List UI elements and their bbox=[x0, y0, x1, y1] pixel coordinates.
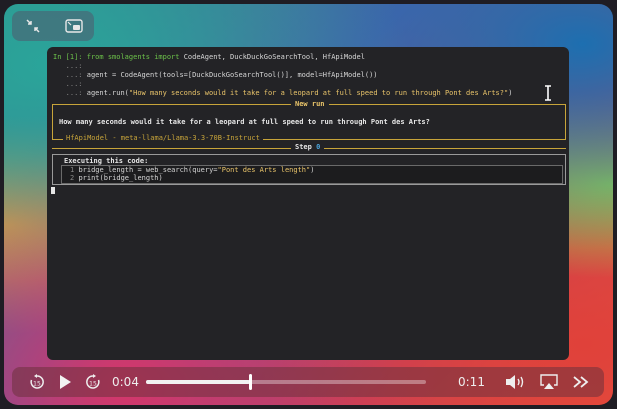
picture-in-picture-icon[interactable] bbox=[63, 15, 85, 37]
airplay-icon[interactable] bbox=[538, 371, 560, 393]
run-call: agent.run( bbox=[86, 89, 129, 97]
fast-forward-icon[interactable] bbox=[570, 371, 592, 393]
code-line-3: ...: agent = CodeAgent(tools=[DuckDuckGo… bbox=[53, 71, 378, 80]
new-run-title: New run bbox=[291, 100, 329, 109]
forward-15-icon[interactable]: 15 bbox=[82, 371, 104, 393]
new-run-text: How many seconds would it take for a leo… bbox=[59, 118, 430, 126]
code-string: "Pont des Arts length" bbox=[217, 166, 311, 174]
input-prompt: In [1]: bbox=[53, 53, 83, 61]
code-text: print(bridge_length) bbox=[78, 174, 163, 182]
executing-panel: Executing this code: 1 bridge_length = w… bbox=[52, 154, 566, 185]
continuation-prompt: ...: bbox=[65, 80, 83, 88]
line-number: 1 bbox=[70, 166, 75, 174]
code-line-1: In [1]: from smolagents import CodeAgent… bbox=[53, 53, 365, 62]
window-frame: In [1]: from smolagents import CodeAgent… bbox=[4, 4, 613, 405]
step-label: Step bbox=[295, 143, 312, 151]
rewind-amount: 15 bbox=[33, 381, 41, 388]
agent-definition: agent = CodeAgent(tools=[DuckDuckGoSearc… bbox=[86, 71, 378, 79]
volume-icon[interactable] bbox=[504, 371, 526, 393]
run-query-string: "How many seconds would it take for a le… bbox=[128, 89, 509, 97]
import-list: CodeAgent, DuckDuckGoSearchTool, HfApiMo… bbox=[183, 53, 365, 61]
module-name: smolagents bbox=[107, 53, 150, 61]
code-block: 1 bridge_length = web_search(query="Pont… bbox=[61, 165, 563, 184]
step-header: Step 0 bbox=[291, 143, 325, 152]
code-text: bridge_length = web_search(query= bbox=[78, 166, 218, 174]
code-block-line-2: 2 print(bridge_length) bbox=[70, 174, 163, 183]
continuation-prompt: ...: bbox=[65, 71, 83, 79]
play-icon[interactable] bbox=[54, 371, 76, 393]
code-line-2: ...: bbox=[53, 62, 83, 71]
code-line-5: ...: agent.run("How many seconds would i… bbox=[53, 89, 513, 98]
continuation-prompt: ...: bbox=[65, 62, 83, 70]
line-number: 2 bbox=[70, 174, 75, 182]
current-time: 0:04 bbox=[112, 375, 139, 389]
progress-track[interactable] bbox=[146, 374, 426, 390]
continuation-prompt: ...: bbox=[65, 89, 83, 97]
block-cursor bbox=[51, 187, 55, 194]
text-cursor-icon bbox=[543, 85, 553, 104]
code-text-close: ) bbox=[310, 166, 315, 174]
top-controls bbox=[12, 11, 94, 41]
run-call-close: ) bbox=[508, 89, 513, 97]
keyword-from: from bbox=[86, 53, 104, 61]
step-number: 0 bbox=[316, 143, 321, 151]
code-line-4: ...: bbox=[53, 80, 83, 89]
model-label: HfApiModel - meta-llama/Llama-3.3-70B-In… bbox=[63, 134, 263, 143]
rewind-15-icon[interactable]: 15 bbox=[26, 371, 48, 393]
progress-fill bbox=[146, 380, 250, 384]
media-controls: 15 15 0:04 0:11 bbox=[12, 367, 604, 397]
remaining-time: 0:11 bbox=[458, 375, 485, 389]
collapse-arrows-icon[interactable] bbox=[22, 15, 44, 37]
keyword-import: import bbox=[154, 53, 180, 61]
terminal-window[interactable]: In [1]: from smolagents import CodeAgent… bbox=[47, 47, 569, 360]
new-run-panel: New run How many seconds would it take f… bbox=[52, 100, 566, 143]
progress-knob[interactable] bbox=[248, 374, 252, 390]
forward-amount: 15 bbox=[89, 381, 97, 388]
